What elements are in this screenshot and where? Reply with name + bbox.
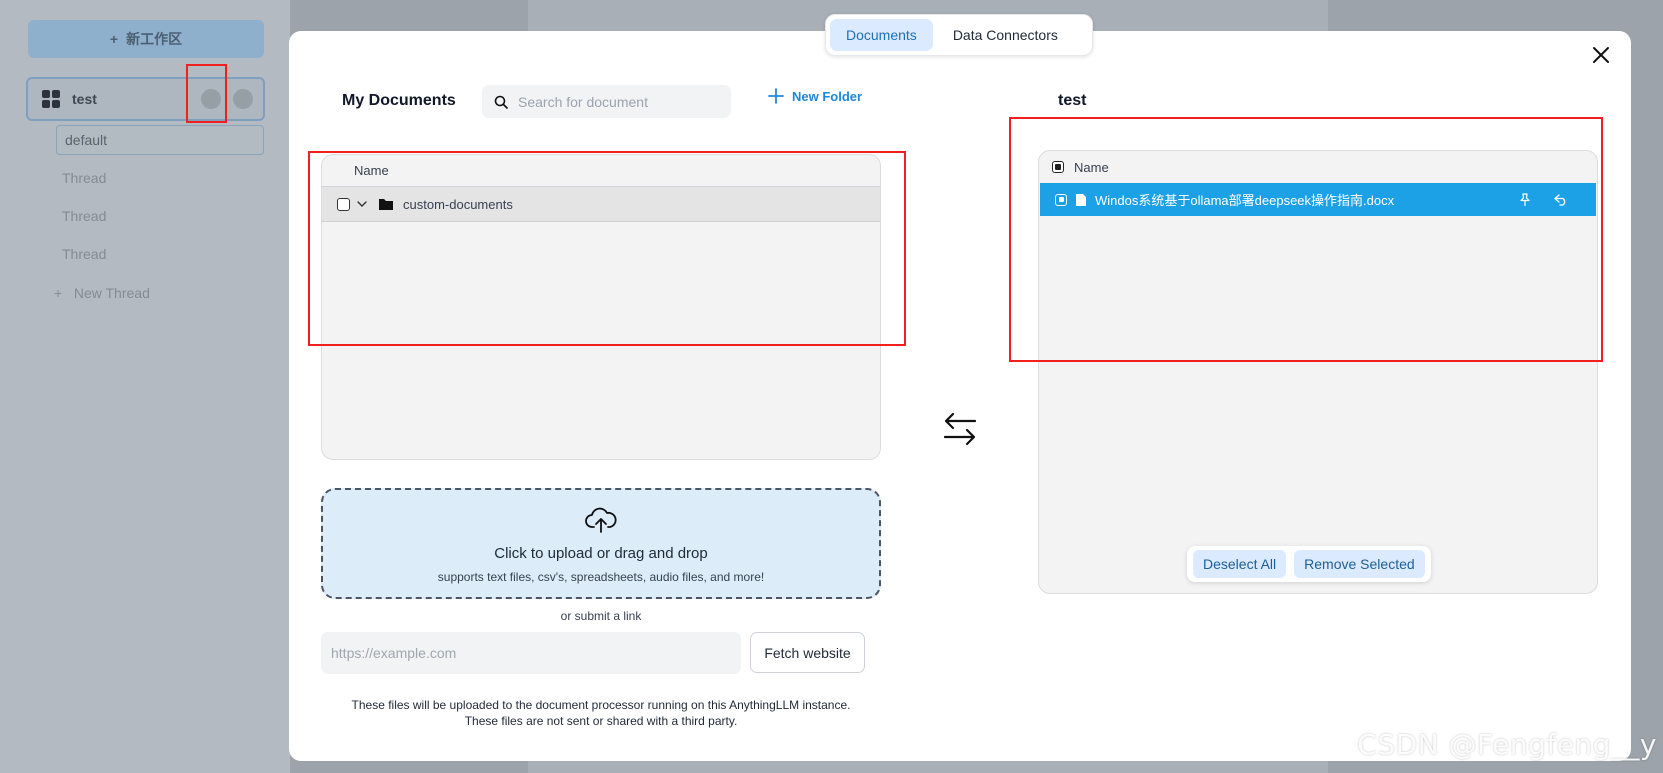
new-thread-button[interactable]: + New Thread — [54, 285, 150, 301]
file-icon — [1076, 193, 1086, 206]
new-thread-label: New Thread — [73, 285, 150, 301]
documents-modal: My Documents New Folder Name custom-docu… — [289, 31, 1631, 761]
file-checkbox[interactable] — [1055, 193, 1067, 206]
workspace-file-row[interactable]: Windos系统基于ollama部署deepseek操作指南.docx — [1040, 183, 1596, 216]
new-workspace-button[interactable]: + 新工作区 — [28, 20, 264, 58]
folder-icon — [379, 199, 393, 210]
my-documents-title: My Documents — [342, 92, 456, 109]
watermark: CSDN @Fengfeng__y — [1357, 728, 1657, 761]
column-name-header: Name — [1074, 159, 1109, 175]
workspace-item[interactable]: test — [26, 77, 265, 121]
search-input[interactable] — [518, 93, 718, 110]
file-name: Windos系统基于ollama部署deepseek操作指南.docx — [1095, 193, 1395, 208]
my-documents-table: Name custom-documents — [321, 154, 881, 460]
folder-checkbox[interactable] — [337, 197, 350, 211]
disclaimer-line: These files will be uploaded to the docu… — [351, 698, 851, 712]
swap-arrows-icon — [943, 412, 977, 446]
table-header: Name — [1039, 151, 1597, 183]
plus-icon — [768, 88, 784, 104]
remove-selected-button[interactable]: Remove Selected — [1294, 550, 1425, 578]
table-header: Name — [322, 155, 880, 187]
upload-disclaimer: These files will be uploaded to the docu… — [321, 697, 881, 729]
thread-default[interactable]: default — [56, 125, 264, 155]
modal-tabs: Documents Data Connectors — [825, 14, 1093, 56]
or-submit-link-label: or submit a link — [560, 609, 642, 623]
upload-title: Click to upload or drag and drop — [494, 545, 708, 562]
thread-item[interactable]: Thread — [62, 208, 106, 224]
plus-icon: + — [109, 31, 119, 47]
folder-name: custom-documents — [403, 196, 513, 212]
document-search[interactable] — [482, 85, 731, 118]
upload-subtitle: supports text files, csv's, spreadsheets… — [437, 570, 765, 584]
fetch-website-button[interactable]: Fetch website — [750, 632, 865, 673]
search-icon — [494, 95, 508, 109]
column-name-header: Name — [354, 163, 389, 178]
deselect-all-button[interactable]: Deselect All — [1193, 550, 1287, 578]
thread-item[interactable]: Thread — [62, 170, 106, 186]
upload-dropzone[interactable]: Click to upload or drag and drop support… — [321, 488, 881, 599]
new-folder-button[interactable]: New Folder — [768, 88, 862, 104]
new-folder-label: New Folder — [792, 88, 863, 104]
select-all-checkbox[interactable] — [1052, 161, 1064, 173]
tab-documents[interactable]: Documents — [830, 19, 933, 51]
undo-icon[interactable] — [1554, 193, 1568, 206]
new-workspace-label: 新工作区 — [126, 31, 183, 47]
pin-icon[interactable] — [1518, 192, 1532, 207]
gear-icon[interactable] — [233, 89, 253, 109]
workspace-title: test — [1058, 92, 1087, 109]
close-icon[interactable] — [1589, 43, 1613, 67]
url-input[interactable] — [321, 632, 741, 674]
chevron-down-icon[interactable] — [356, 198, 368, 210]
upload-icon[interactable] — [201, 89, 221, 109]
workspace-name: test — [72, 91, 97, 107]
thread-item[interactable]: Thread — [62, 246, 106, 262]
folder-row[interactable]: custom-documents — [322, 187, 880, 222]
tab-data-connectors[interactable]: Data Connectors — [937, 19, 1074, 51]
workspace-documents-table: Name Windos系统基于ollama部署deepseek操作指南.docx… — [1038, 150, 1598, 594]
workspace-grid-icon — [42, 90, 60, 108]
disclaimer-line: These files are not sent or shared with … — [464, 714, 738, 728]
cloud-upload-icon — [585, 507, 617, 533]
selection-action-bar: Deselect All Remove Selected — [1187, 546, 1431, 582]
